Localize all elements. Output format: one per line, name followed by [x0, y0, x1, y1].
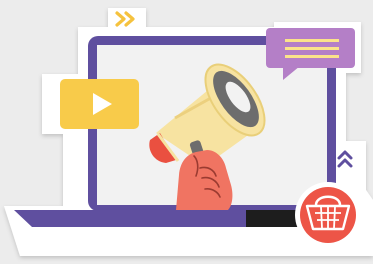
- illustration-canvas: [4, 8, 373, 256]
- shopping-basket-icon: [295, 182, 361, 248]
- marketing-illustration: [0, 0, 373, 264]
- video-play-icon: [60, 79, 139, 129]
- laptop-base-dark: [246, 210, 298, 227]
